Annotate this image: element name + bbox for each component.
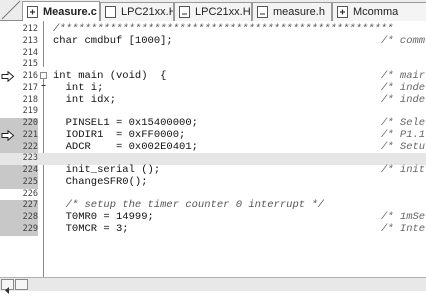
tab-label: Mcomma — [353, 6, 399, 18]
line-number: 223 — [22, 153, 38, 164]
code-line-224[interactable]: 224 init_serial (); /* init — [0, 164, 426, 177]
code-comment: /* init — [381, 164, 426, 176]
code-line-213[interactable]: 213 char cmdbuf [1000]; /* comm — [0, 34, 426, 48]
code-text: /***************************************… — [53, 23, 394, 35]
header-file-icon — [257, 6, 268, 18]
code-text: IODIR1 = 0xFF0000; — [53, 128, 186, 141]
line-number: 224 — [0, 165, 38, 177]
code-line-214[interactable]: 214 — [0, 48, 426, 60]
line-number: 219 — [22, 106, 38, 117]
code-line-216[interactable]: 216 int main (void) {/* mair — [0, 70, 426, 86]
code-text: PINSEL1 = 0x15400000; — [53, 117, 198, 129]
tab-scroll-corner-icon — [1, 0, 21, 20]
code-text: ChangeSFR0(); — [53, 175, 148, 188]
code-comment: /* Sele — [381, 117, 426, 129]
tab-mcommand-c[interactable]: Mcomma — [332, 2, 426, 21]
tab-lpc21xx-h-2[interactable]: LPC21xx.H — [174, 2, 252, 21]
c-source-file-icon — [337, 6, 348, 18]
scroll-left-button[interactable] — [1, 279, 14, 294]
code-line-222[interactable]: 222 ADCR = 0x002E0401; /* Setu — [0, 140, 426, 154]
code-comment: /* comm — [381, 34, 426, 47]
code-text: T0MR0 = 14999; — [53, 211, 154, 223]
tab-label: measure.h — [273, 6, 325, 18]
fold-collapse-button[interactable] — [40, 72, 47, 86]
tab-lpc21xx-h[interactable]: LPC21xx.H — [100, 2, 174, 21]
code-text: init_serial (); — [53, 164, 161, 176]
code-text: int main (void) { — [53, 70, 167, 82]
line-number: 215 — [22, 59, 38, 70]
code-line-220[interactable]: 220 PINSEL1 = 0x15400000; /* Sele — [0, 117, 426, 130]
line-number: 226 — [22, 188, 38, 199]
code-text: int i; — [53, 81, 104, 94]
tab-label: Measure.c — [43, 5, 97, 18]
code-text: int idx; — [53, 93, 117, 106]
line-number: 217 — [22, 82, 38, 93]
tab-measure-h[interactable]: measure.h — [252, 2, 332, 21]
tab-measure-c[interactable]: Measure.c — [22, 1, 100, 21]
line-number: 222 — [0, 141, 38, 154]
code-comment: /* 1mSe — [381, 211, 426, 223]
line-number: 212 — [22, 24, 38, 34]
code-comment: /* inde — [381, 81, 426, 94]
scroll-thumb[interactable] — [15, 279, 28, 290]
breakpoint-arrow-icon — [1, 129, 15, 141]
line-number: 229 — [0, 223, 38, 236]
code-editor[interactable]: 212 /************************************… — [0, 21, 426, 277]
header-file-icon — [105, 6, 116, 18]
tab-label: LPC21xx.H — [195, 6, 251, 18]
code-comment: /* Inte — [381, 222, 426, 235]
code-comment: /* P1.1 — [381, 128, 426, 141]
line-number: 225 — [0, 176, 38, 189]
code-line-225[interactable]: 225 ChangeSFR0(); — [0, 175, 426, 189]
code-line-218[interactable]: 218 int idx; /* inde — [0, 93, 426, 107]
code-comment: /* Setu — [381, 140, 426, 153]
code-line-221[interactable]: 221 IODIR1 = 0xFF0000;/* P1.1 — [0, 128, 426, 142]
line-number: 213 — [22, 35, 38, 46]
editor-tab-bar: Measure.c LPC21xx.H LPC21xx.H measure.h … — [0, 0, 426, 21]
header-file-icon — [179, 6, 190, 18]
current-position-arrow-icon — [1, 71, 15, 82]
code-line-217[interactable]: 217 int i; /* inde — [0, 81, 426, 95]
line-number: 220 — [0, 118, 38, 130]
code-comment: /* mair — [381, 70, 426, 82]
code-line-228[interactable]: 228 T0MR0 = 14999; /* 1mSe — [0, 211, 426, 224]
code-line-212[interactable]: 212 /************************************… — [0, 23, 426, 36]
line-number: 218 — [22, 94, 38, 105]
line-number: 227 — [0, 200, 38, 212]
code-line-229[interactable]: 229 T0MCR = 3; /* Inte — [0, 222, 426, 236]
code-text: ADCR = 0x002E0401; — [53, 140, 198, 153]
tab-label: LPC21xx.H — [121, 6, 174, 18]
code-text: T0MCR = 3; — [53, 222, 129, 235]
code-text: char cmdbuf [1000]; — [53, 34, 173, 47]
line-number: 214 — [22, 47, 38, 58]
c-source-file-icon — [27, 5, 38, 18]
horizontal-scrollbar[interactable] — [0, 277, 426, 294]
code-comment: /* inde — [381, 93, 426, 106]
line-number: 228 — [0, 212, 38, 224]
